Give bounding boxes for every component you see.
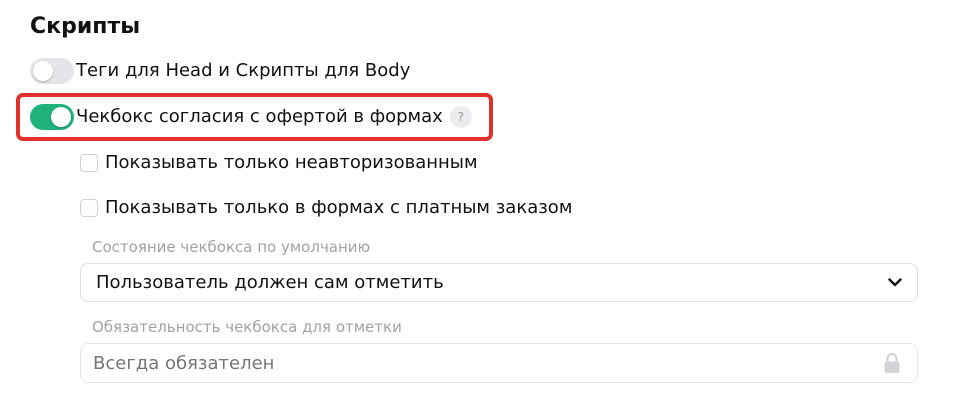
required-field [80,343,918,383]
head-body-scripts-toggle[interactable] [30,58,74,84]
paid-order-only-label: Показывать только в формах с платным зак… [105,197,573,218]
required-input [93,352,881,374]
toggle-knob [33,61,53,81]
chevron-down-icon [887,275,903,291]
default-state-select[interactable]: Пользователь должен сам отметить [80,263,918,302]
paid-order-only-checkbox[interactable] [80,199,98,217]
required-label: Обязательность чекбокса для отметки [92,318,402,336]
lock-icon [881,351,903,375]
offer-consent-toggle[interactable] [30,104,74,130]
unauthorized-only-row: Показывать только неавторизованным [80,150,478,176]
section-title: Скрипты [30,14,141,39]
default-state-label: Состояние чекбокса по умолчанию [92,238,371,256]
question-icon[interactable]: ? [449,106,472,128]
paid-order-only-row: Показывать только в формах с платным зак… [80,195,572,221]
default-state-value: Пользователь должен сам отметить [96,272,444,293]
unauthorized-only-label: Показывать только неавторизованным [105,152,478,173]
offer-consent-label: Чекбокс согласия с офертой в формах [76,106,443,127]
head-body-scripts-label: Теги для Head и Скрипты для Body [76,60,411,81]
toggle-knob [51,107,71,127]
offer-consent-checkbox-row: Чекбокс согласия с офертой в формах ? [30,104,472,130]
unauthorized-only-checkbox[interactable] [80,154,98,172]
head-body-scripts-row: Теги для Head и Скрипты для Body [30,58,410,84]
